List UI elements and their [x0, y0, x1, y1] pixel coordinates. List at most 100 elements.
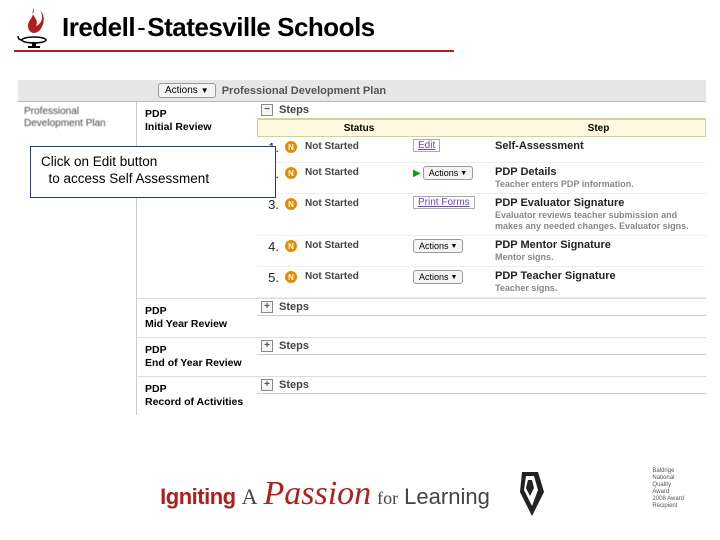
- chevron-down-icon: ▼: [451, 243, 458, 250]
- step-action: Actions▼: [413, 270, 491, 284]
- actions-button[interactable]: Actions ▼: [158, 83, 216, 98]
- section-body: −StepsStatusStep1.NNot StartedEditSelf-A…: [257, 102, 706, 298]
- status-icon: N: [285, 239, 303, 252]
- not-started-dot-icon: N: [285, 167, 297, 179]
- tagline-passion: Passion: [263, 475, 371, 513]
- step-number: 3.: [257, 197, 285, 212]
- chevron-down-icon: ▼: [460, 170, 467, 177]
- section-title-line1: PDP: [145, 305, 167, 317]
- section-body: + Steps: [257, 377, 706, 415]
- step-status: Not Started: [303, 270, 413, 282]
- step-status: Not Started: [303, 239, 413, 251]
- row-actions-button[interactable]: Actions▼: [423, 166, 473, 180]
- step-title: PDP Teacher Signature: [495, 270, 706, 282]
- step-action: ▶Actions▼: [413, 166, 491, 180]
- step-row: 2.NNot Started▶Actions▼PDP DetailsTeache…: [257, 163, 706, 194]
- award-line2: National: [652, 475, 674, 481]
- step-desc: Evaluator reviews teacher submission and…: [495, 210, 706, 232]
- step-desc: Mentor signs.: [495, 252, 706, 263]
- step-title: PDP Details: [495, 166, 706, 178]
- step-action: Actions▼: [413, 239, 491, 253]
- steps-label: Steps: [279, 379, 309, 391]
- row-actions-label: Actions: [429, 168, 459, 178]
- app-panel: Actions ▼ Professional Development Plan …: [18, 80, 706, 415]
- status-icon: N: [285, 140, 303, 153]
- steps-header: + Steps: [257, 377, 706, 394]
- row-actions-button[interactable]: Actions▼: [413, 270, 463, 284]
- row-actions-label: Actions: [419, 241, 449, 251]
- section: PDPEnd of Year Review+Steps: [137, 337, 706, 376]
- breadcrumb: Professional Development Plan: [222, 85, 386, 97]
- section-body: + Steps: [257, 299, 706, 337]
- steps-table-head: StatusStep: [257, 119, 706, 137]
- steps-label: Steps: [279, 104, 309, 116]
- step-action: Print Forms: [413, 197, 491, 208]
- step-info: PDP Mentor SignatureMentor signs.: [491, 239, 706, 263]
- org-name: Iredell-Statesville Schools: [62, 12, 375, 43]
- section-title: PDPMid Year Review: [137, 299, 257, 337]
- actions-button-label: Actions: [165, 85, 198, 96]
- tagline: Igniting A Passion for Learning: [160, 475, 490, 513]
- step-info: PDP Evaluator SignatureEvaluator reviews…: [491, 197, 706, 232]
- tagline-learning: Learning: [404, 484, 490, 510]
- step-action: Edit: [413, 140, 491, 151]
- award-line5: 2008 Award: [652, 496, 684, 502]
- not-started-dot-icon: N: [285, 198, 297, 210]
- collapse-toggle[interactable]: +: [261, 340, 273, 352]
- row-actions-button[interactable]: Actions▼: [413, 239, 463, 253]
- edit-button[interactable]: Edit: [413, 139, 440, 152]
- tagline-igniting: Igniting: [160, 484, 235, 510]
- callout-line2: to access Self Assessment: [41, 170, 265, 187]
- step-status: Not Started: [303, 166, 413, 178]
- print-forms-button[interactable]: Print Forms: [413, 196, 475, 209]
- status-icon: N: [285, 270, 303, 283]
- step-row: 4.NNot StartedActions▼PDP Mentor Signatu…: [257, 236, 706, 267]
- step-row: 5.N Not StartedActions▼ PDP Teacher Signat…: [257, 267, 706, 298]
- collapse-toggle[interactable]: −: [261, 104, 273, 116]
- org-name-dash: -: [135, 12, 147, 42]
- header-underline: [14, 50, 454, 52]
- step-row: 1.NNot StartedEditSelf-Assessment: [257, 137, 706, 163]
- step-status: Not Started: [303, 140, 413, 152]
- toolbar: Actions ▼ Professional Development Plan: [18, 80, 706, 102]
- section-title-line2: Mid Year Review: [145, 318, 227, 330]
- footer: Igniting A Passion for Learning: [0, 466, 720, 522]
- collapse-toggle[interactable]: +: [261, 379, 273, 391]
- sidebar-title-line2: Development Plan: [24, 118, 106, 129]
- page-header: Iredell-Statesville Schools: [0, 0, 720, 50]
- callout-line1: Click on Edit button: [41, 153, 265, 170]
- sidebar-title[interactable]: Professional Development Plan: [24, 106, 130, 130]
- step-row: 3.N Not StartedPrint Forms PDP Evaluator S…: [257, 194, 706, 236]
- award-badge-icon: [504, 466, 560, 522]
- step-number: 5.: [257, 270, 285, 285]
- section-title: PDPInitial Review: [137, 102, 257, 298]
- award-line6: Recipient: [652, 503, 677, 509]
- not-started-dot-icon: N: [285, 141, 297, 153]
- section-title: PDPRecord of Activities: [137, 377, 257, 415]
- status-icon: N: [285, 197, 303, 210]
- section-title-line2: Record of Activities: [145, 396, 243, 408]
- tagline-for: for: [377, 488, 398, 509]
- instruction-callout: Click on Edit button to access Self Asse…: [30, 146, 276, 198]
- steps-header: −Steps: [257, 102, 706, 119]
- steps-label: Steps: [279, 301, 309, 313]
- not-started-dot-icon: N: [285, 271, 297, 283]
- col-header-step: Step: [492, 123, 705, 134]
- flame-logo-icon: [14, 6, 54, 48]
- award-text: Baldrige National Quality Award 2008 Awa…: [652, 468, 684, 510]
- current-step-arrow-icon: ▶: [413, 168, 421, 179]
- tagline-a: A: [242, 484, 258, 510]
- section: PDPInitial Review−StepsStatusStep1.NNot …: [137, 102, 706, 298]
- steps-header: + Steps: [257, 299, 706, 316]
- award-line1: Baldrige: [652, 468, 674, 474]
- collapse-toggle[interactable]: +: [261, 301, 273, 313]
- section-title-line2: Initial Review: [145, 121, 212, 133]
- section: PDPMid Year Review + Steps: [137, 298, 706, 337]
- step-title: PDP Evaluator Signature: [495, 197, 706, 209]
- award-line4: Award: [652, 489, 669, 495]
- section-title: PDPEnd of Year Review: [137, 338, 257, 376]
- row-actions-label: Actions: [419, 272, 449, 282]
- step-status: Not Started: [303, 197, 413, 209]
- section-title-line1: PDP: [145, 383, 167, 395]
- step-number: 4.: [257, 239, 285, 254]
